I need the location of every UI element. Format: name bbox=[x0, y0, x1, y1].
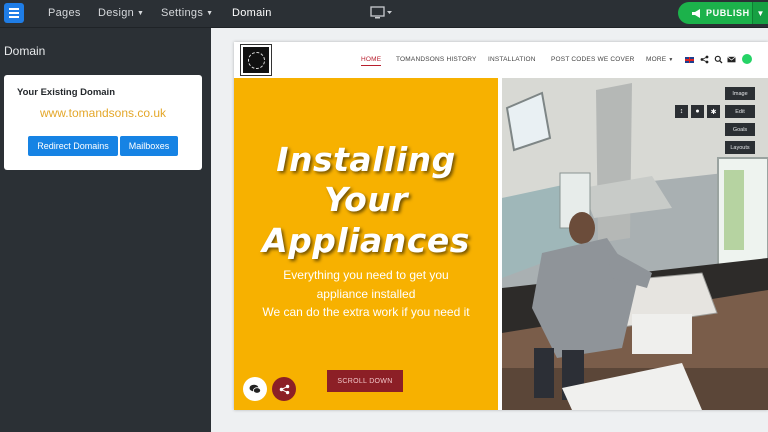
uk-flag-icon[interactable] bbox=[685, 57, 694, 63]
mailboxes-button[interactable]: Mailboxes bbox=[120, 136, 178, 156]
site-nav-more[interactable]: MORE ▼ bbox=[646, 56, 673, 63]
hero-section[interactable]: Installing Your Appliances Everything yo… bbox=[234, 78, 498, 410]
bulb-icon[interactable]: ● bbox=[691, 105, 704, 118]
nav-pages-label: Pages bbox=[48, 7, 81, 19]
panel-title: Domain bbox=[4, 44, 46, 58]
goals-tool-button[interactable]: Goals bbox=[725, 123, 755, 136]
site-header: HOME TOMANDSONS HISTORY INSTALLATION POS… bbox=[234, 42, 768, 78]
card-heading: Your Existing Domain bbox=[17, 87, 116, 98]
share-button[interactable] bbox=[272, 377, 296, 401]
chat-button[interactable] bbox=[243, 377, 267, 401]
scroll-down-button[interactable]: SCROLL DOWN bbox=[327, 370, 403, 392]
top-bar: Pages Design ▼ Settings ▼ Domain PUBLISH ▼ bbox=[0, 0, 768, 28]
hero-title-line-1: Installing bbox=[276, 140, 456, 179]
existing-domain-card: Your Existing Domain www.tomandsons.co.u… bbox=[4, 75, 202, 170]
hero-title-line-2: Your bbox=[323, 180, 409, 219]
whatsapp-icon[interactable] bbox=[742, 54, 752, 64]
share-icon[interactable] bbox=[700, 55, 709, 64]
edit-tool-button[interactable]: Edit bbox=[725, 105, 755, 118]
chevron-down-icon: ▼ bbox=[206, 10, 214, 17]
site-nav-home[interactable]: HOME bbox=[361, 56, 382, 66]
megaphone-icon bbox=[692, 8, 700, 18]
nav-design-label: Design bbox=[98, 7, 135, 19]
domain-panel: Domain Your Existing Domain www.tomandso… bbox=[0, 28, 211, 432]
nav-domain-label: Domain bbox=[232, 7, 272, 19]
site-nav-history[interactable]: TOMANDSONS HISTORY bbox=[396, 56, 477, 63]
chevron-down-icon: ▼ bbox=[137, 10, 145, 17]
site-preview[interactable]: HOME TOMANDSONS HISTORY INSTALLATION POS… bbox=[234, 42, 768, 410]
nav-settings-label: Settings bbox=[161, 7, 204, 19]
chevron-down-icon: ▼ bbox=[756, 8, 765, 18]
domain-name: www.tomandsons.co.uk bbox=[39, 106, 167, 120]
hero-subtitle-line-2: appliance installed bbox=[316, 287, 416, 301]
redirect-domains-button[interactable]: Redirect Domains bbox=[28, 136, 118, 156]
site-logo[interactable] bbox=[240, 44, 272, 76]
publish-options-button[interactable]: ▼ bbox=[752, 2, 768, 24]
share-icon bbox=[279, 384, 289, 394]
move-up-icon[interactable]: ↕ bbox=[675, 105, 688, 118]
site-nav-postcodes[interactable]: POST CODES WE COVER bbox=[551, 56, 635, 63]
nav-settings[interactable]: Settings ▼ bbox=[161, 7, 213, 19]
chevron-down-icon: ▼ bbox=[668, 57, 674, 63]
email-icon[interactable] bbox=[727, 55, 736, 64]
hero-subtitle-line-1: Everything you need to get you bbox=[283, 268, 449, 282]
search-icon[interactable] bbox=[714, 55, 723, 64]
nav-domain[interactable]: Domain bbox=[232, 7, 272, 19]
layouts-tool-button[interactable]: Layouts bbox=[725, 141, 755, 154]
publish-label: PUBLISH bbox=[706, 8, 750, 18]
menu-icon[interactable] bbox=[4, 3, 24, 23]
hero-subtitle-line-3: We can do the extra work if you need it bbox=[262, 305, 470, 319]
site-nav-installation[interactable]: INSTALLATION bbox=[488, 56, 536, 63]
nav-pages[interactable]: Pages bbox=[48, 7, 81, 19]
site-nav-more-label: MORE bbox=[646, 56, 667, 63]
hero-title-line-3: Appliances bbox=[262, 221, 470, 260]
nav-design[interactable]: Design ▼ bbox=[98, 7, 144, 19]
gear-icon[interactable]: ✱ bbox=[707, 105, 720, 118]
chat-icon bbox=[249, 384, 261, 394]
desktop-icon[interactable] bbox=[370, 6, 392, 20]
image-tool-button[interactable]: Image bbox=[725, 87, 755, 100]
